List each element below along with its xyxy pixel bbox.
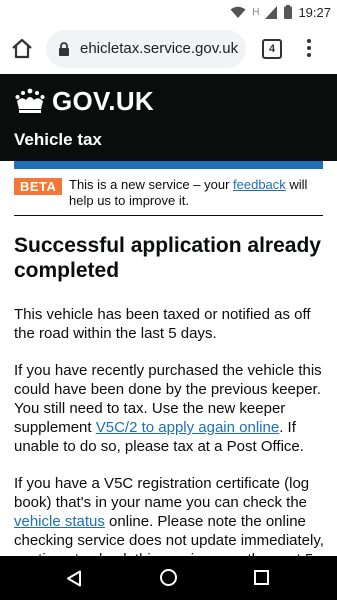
wifi-icon: [230, 6, 246, 18]
url-text: ehicletax.service.gov.uk: [80, 40, 239, 57]
phase-banner-text: This is a new service – your feedback wi…: [69, 177, 308, 208]
service-name-link[interactable]: Vehicle tax: [14, 130, 102, 150]
main-content: Successful application already completed…: [14, 233, 326, 587]
lock-icon: [59, 42, 69, 56]
battery-icon: [284, 5, 293, 19]
vehicle-status-link[interactable]: vehicle status: [14, 513, 105, 530]
navigation-bar: [0, 556, 337, 600]
overflow-menu-icon[interactable]: [303, 37, 315, 61]
home-icon[interactable]: [10, 37, 34, 61]
status-bar: H 19:27: [0, 0, 337, 24]
status-icons: H 19:27: [230, 3, 331, 21]
paragraph-vehicle-status: If you have a V5C registration certifica…: [14, 475, 324, 568]
signal-icon: [265, 5, 278, 19]
browser-toolbar: ehicletax.service.gov.uk 4: [0, 24, 337, 74]
v5c2-apply-link[interactable]: V5C/2 to apply again online: [96, 419, 279, 436]
header-accent-bar: [14, 161, 323, 169]
govuk-header: GOV.UK Vehicle tax: [0, 74, 337, 161]
feedback-link[interactable]: feedback: [233, 177, 286, 192]
recents-icon[interactable]: [254, 570, 269, 585]
page-title: Successful application already completed: [14, 234, 321, 282]
network-type-label: H: [252, 6, 260, 18]
phase-banner: BETA This is a new service – your feedba…: [14, 176, 323, 216]
govuk-logo-link[interactable]: GOV.UK: [52, 86, 154, 117]
address-bar[interactable]: ehicletax.service.gov.uk: [46, 30, 246, 68]
beta-tag: BETA: [14, 178, 63, 195]
clock: 19:27: [298, 4, 331, 20]
crown-icon: [15, 88, 45, 113]
paragraph-previous-keeper: If you have recently purchased the vehic…: [14, 362, 322, 455]
home-circle-icon[interactable]: [160, 569, 177, 586]
tab-switcher-button[interactable]: 4: [262, 39, 282, 59]
paragraph-taxed-notice: This vehicle has been taxed or notified …: [14, 306, 311, 342]
back-icon[interactable]: [66, 570, 82, 587]
